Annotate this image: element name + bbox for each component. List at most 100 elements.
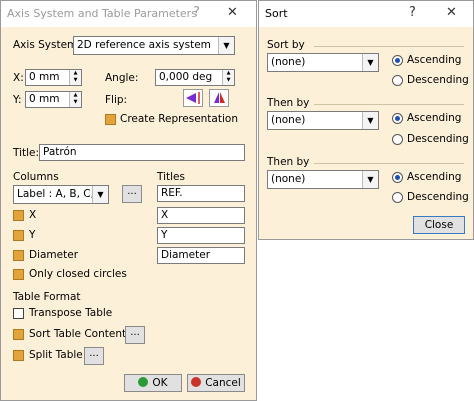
- sort-by-ascending-radio[interactable]: [392, 55, 403, 66]
- y-field[interactable]: 0 mm ▲ ▼: [25, 91, 82, 108]
- sort-by-ascending-label: Ascending: [407, 54, 462, 66]
- axis-dialog-title: Axis System and Table Parameters: [7, 7, 197, 20]
- transpose-table-checkbox[interactable]: [13, 308, 24, 319]
- then-by-2-ascending-label: Ascending: [407, 171, 462, 183]
- axis-dialog-titlebar: Axis System and Table Parameters ? ✕: [1, 1, 256, 27]
- then-by-descending-radio[interactable]: [392, 134, 403, 145]
- then-by-select[interactable]: (none) ▼: [267, 111, 379, 130]
- chevron-down-icon: ▼: [362, 112, 378, 129]
- y-column-checkbox[interactable]: [13, 230, 24, 241]
- x-column-checkbox[interactable]: [13, 210, 24, 221]
- then-by-2-ascending-radio[interactable]: [392, 172, 403, 183]
- table-format-label: Table Format: [13, 291, 81, 303]
- chevron-down-icon: ▼: [362, 171, 378, 188]
- chevron-down-icon: ▼: [218, 37, 234, 54]
- flip-vertical-icon: [214, 92, 225, 103]
- angle-value: 0,000 deg: [159, 71, 213, 83]
- sort-options-button[interactable]: ...: [125, 326, 145, 344]
- split-table-checkbox[interactable]: [13, 350, 24, 361]
- then-by-descending-label: Descending: [407, 133, 469, 145]
- then-by-2-select[interactable]: (none) ▼: [267, 170, 379, 189]
- close-button[interactable]: Close: [413, 216, 465, 234]
- cancel-icon: [191, 377, 202, 387]
- y-value: 0 mm: [29, 93, 60, 105]
- flip-horizontal-icon: [186, 92, 200, 104]
- x-label: X:: [13, 72, 24, 84]
- flip-label: Flip:: [105, 94, 128, 106]
- then-by-ascending-radio[interactable]: [392, 113, 403, 124]
- create-representation-checkbox[interactable]: [105, 114, 116, 125]
- then-by-ascending-label: Ascending: [407, 112, 462, 124]
- sort-table-content-checkbox[interactable]: [13, 329, 24, 340]
- diameter-checkbox[interactable]: [13, 250, 24, 261]
- sort-close-icon[interactable]: ✕: [446, 5, 457, 21]
- titles-label: Titles: [157, 171, 185, 183]
- only-closed-circles-label: Only closed circles: [29, 268, 127, 280]
- then-by-value: (none): [271, 114, 306, 126]
- chevron-down-icon: ▼: [362, 54, 378, 71]
- sort-table-content-label: Sort Table Content: [29, 328, 127, 340]
- title-x-value: X: [161, 209, 169, 221]
- transpose-table-label: Transpose Table: [29, 307, 113, 319]
- spinner-icon[interactable]: ▲ ▼: [69, 92, 81, 107]
- title-diameter-value: Diameter: [161, 249, 211, 261]
- columns-options-button[interactable]: ...: [122, 185, 142, 203]
- title-ref-field[interactable]: REF.: [157, 185, 245, 202]
- close-icon[interactable]: ✕: [227, 5, 238, 21]
- axis-table-dialog: Axis System and Table Parameters ? ✕ Axi…: [0, 0, 257, 401]
- title-diameter-field[interactable]: Diameter: [157, 247, 245, 264]
- split-options-button[interactable]: ...: [84, 347, 104, 365]
- then-by-2-value: (none): [271, 173, 306, 185]
- y-label: Y:: [13, 94, 22, 106]
- divider: [314, 46, 464, 47]
- then-by-2-descending-radio[interactable]: [392, 192, 403, 203]
- create-representation-label: Create Representation: [120, 113, 238, 125]
- cancel-button[interactable]: Cancel: [187, 374, 245, 392]
- angle-field[interactable]: 0,000 deg ▲ ▼: [155, 69, 235, 86]
- title-x-field[interactable]: X: [157, 207, 245, 224]
- title-field[interactable]: Patrón: [39, 144, 245, 161]
- spinner-icon[interactable]: ▲ ▼: [69, 70, 81, 85]
- x-value: 0 mm: [29, 71, 60, 83]
- title-y-value: Y: [161, 229, 168, 241]
- then-by-2-label: Then by: [267, 156, 310, 168]
- x-column-label: X: [29, 209, 37, 221]
- cancel-label: Cancel: [205, 377, 241, 389]
- sort-by-label: Sort by: [267, 39, 305, 51]
- columns-label: Columns: [13, 171, 59, 183]
- only-closed-circles-checkbox[interactable]: [13, 269, 24, 280]
- sort-help-button[interactable]: ?: [409, 5, 416, 21]
- then-by-label: Then by: [267, 97, 310, 109]
- divider: [314, 104, 464, 105]
- columns-select[interactable]: Label : A, B, C, ... ▼: [13, 185, 109, 204]
- title-ref-value: REF.: [161, 187, 183, 199]
- then-by-2-descending-label: Descending: [407, 191, 469, 203]
- ok-label: OK: [152, 377, 168, 389]
- sort-dialog: Sort ? ✕ Sort by (none) ▼ Ascending Desc…: [258, 0, 474, 240]
- help-button[interactable]: ?: [193, 5, 200, 21]
- angle-label: Angle:: [105, 72, 139, 84]
- sort-by-value: (none): [271, 56, 306, 68]
- spinner-icon[interactable]: ▲ ▼: [222, 70, 234, 85]
- sort-by-descending-radio[interactable]: [392, 75, 403, 86]
- title-y-field[interactable]: Y: [157, 227, 245, 244]
- chevron-down-icon: ▼: [92, 186, 108, 203]
- sort-by-select[interactable]: (none) ▼: [267, 53, 379, 72]
- ok-button[interactable]: OK: [124, 374, 182, 392]
- sort-by-descending-label: Descending: [407, 74, 469, 86]
- divider: [314, 163, 464, 164]
- axis-system-value: 2D reference axis system: [77, 39, 211, 51]
- x-field[interactable]: 0 mm ▲ ▼: [25, 69, 82, 86]
- sort-dialog-titlebar: Sort ? ✕: [259, 1, 473, 27]
- diameter-label: Diameter: [29, 249, 79, 261]
- axis-system-label: Axis System:: [13, 39, 81, 51]
- flip-horizontal-button[interactable]: [183, 89, 203, 107]
- title-label: Title:: [13, 147, 40, 159]
- sort-dialog-title: Sort: [265, 7, 288, 20]
- axis-system-select[interactable]: 2D reference axis system ▼: [73, 36, 235, 55]
- split-table-label: Split Table: [29, 349, 83, 361]
- title-value: Patrón: [43, 146, 77, 158]
- y-column-label: Y: [29, 229, 36, 241]
- flip-vertical-button[interactable]: [209, 89, 229, 107]
- ok-icon: [138, 377, 149, 387]
